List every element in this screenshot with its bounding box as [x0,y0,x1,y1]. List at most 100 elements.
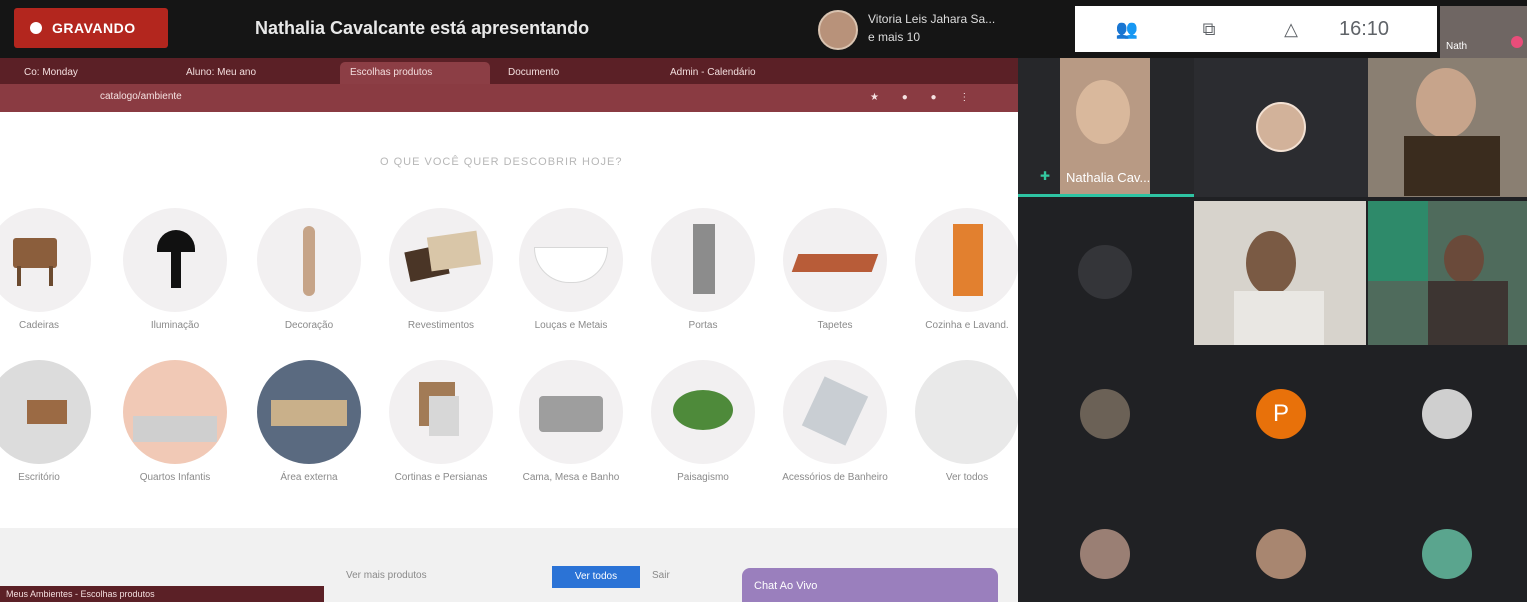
footer-link[interactable]: Sair [652,570,670,581]
category-item[interactable]: Área externa [254,360,364,484]
participant-avatar [1080,389,1130,439]
category-label: Decoração [284,320,334,331]
category-item[interactable]: Quartos Infantis [120,360,230,484]
category-label: Louças e Metais [534,320,608,331]
participant-tile[interactable] [1194,485,1368,602]
category-item[interactable]: Cozinha e Lavand. [912,208,1018,332]
category-item[interactable]: Iluminação [120,208,230,332]
presenter-avatar[interactable] [818,10,858,50]
outdoor-icon [257,360,361,464]
participant-tile[interactable] [1018,485,1194,602]
category-item[interactable]: Louças e Metais [516,208,626,332]
category-item[interactable]: Tapetes [780,208,890,332]
participants-summary[interactable]: Vitoria Leis Jahara Sa... e mais 10 [868,10,995,46]
category-item[interactable]: Paisagismo [648,360,758,484]
browser-tab[interactable]: Admin - Calendário [660,62,820,84]
kids-room-icon [123,360,227,464]
participant-avatar [1078,245,1132,299]
category-label: Escritório [18,472,60,483]
category-item[interactable]: Decoração [254,208,364,332]
category-label: Tapetes [817,320,853,331]
chat-card[interactable]: Chat Ao Vivo [742,568,998,602]
url-text[interactable]: catalogo/ambiente [100,91,182,102]
participant-avatar [1256,102,1306,152]
self-view-tile[interactable]: Nath [1440,6,1527,58]
participant-initial-avatar: P [1256,389,1306,439]
participant-tile[interactable] [1368,485,1527,602]
participant-tile[interactable]: P [1194,345,1368,485]
lamp-icon [123,208,227,312]
participant-tile[interactable] [1368,201,1527,345]
chair-icon [0,208,91,312]
footer-text: Ver mais produtos [346,570,427,581]
speaking-indicator-icon: ✚ [1040,169,1051,183]
category-label: Acessórios de Banheiro [782,472,888,483]
participant-tile[interactable] [1018,201,1194,345]
meet-top-bar: GRAVANDO Nathalia Cavalcante está aprese… [0,0,1527,58]
participant-more-line: e mais 10 [868,30,921,44]
category-item[interactable]: Cortinas e Persianas [386,360,496,484]
category-item[interactable]: Portas [648,208,758,332]
category-item[interactable]: Cadeiras [0,208,94,332]
rug-icon [783,208,887,312]
record-dot-icon [30,22,42,34]
active-speaker-bar [1018,194,1194,197]
browser-tab[interactable]: Co: Monday [14,62,174,84]
clock: 16:10 [1339,17,1390,40]
browser-extension-icons[interactable]: ★ ● ● ⋮ [870,92,979,103]
page-question: O QUE VOCÊ QUER DESCOBRIR HOJE? [380,156,623,168]
browser-tab-strip: Co: Monday Aluno: Meu ano Escolhas produ… [0,58,1018,84]
recording-label: GRAVANDO [52,20,136,36]
category-label: Cozinha e Lavand. [925,320,1009,331]
participant-grid: ✚ Nathalia Cav... P [1018,58,1527,602]
category-label: Cama, Mesa e Banho [522,472,620,483]
footer-tab[interactable]: Meus Ambientes - Escolhas produtos [0,586,324,602]
participant-avatar [1080,529,1130,579]
bedding-icon [519,360,623,464]
participant-tile[interactable] [1194,201,1366,345]
office-icon [0,360,91,464]
category-item[interactable]: Escritório [0,360,94,484]
category-item[interactable]: Revestimentos [386,208,496,332]
browser-tab[interactable]: Documento [498,62,648,84]
category-label: Quartos Infantis [139,472,211,483]
category-label: Ver todos [945,472,989,483]
category-label: Paisagismo [677,472,729,483]
cabinet-icon [915,208,1018,312]
recording-badge: GRAVANDO [14,8,168,48]
category-item[interactable]: Ver todos [912,360,1018,484]
category-label: Revestimentos [407,320,475,331]
participant-tile[interactable] [1368,58,1527,197]
see-all-button[interactable]: Ver todos [552,566,640,588]
category-item[interactable]: Acessórios de Banheiro [780,360,890,484]
browser-tab-active[interactable]: Escolhas produtos [340,62,490,84]
participant-name: Nathalia Cav... [1066,170,1151,185]
people-icon[interactable]: 👥 [1097,19,1157,40]
self-view-name: Nath [1446,41,1468,52]
participant-tile[interactable] [1368,345,1527,485]
category-label: Iluminação [150,320,200,331]
participant-avatar [1256,529,1306,579]
activities-icon[interactable]: △ [1261,19,1321,40]
sculpture-icon [257,208,361,312]
participant-tile-pinned[interactable]: ✚ Nathalia Cav... [1018,58,1194,197]
participant-avatar [1422,389,1472,439]
participant-tile[interactable] [1194,58,1368,197]
bathtub-icon [519,208,623,312]
pin-icon[interactable] [1511,36,1523,48]
present-screen-icon[interactable]: ⧉ [1179,19,1239,40]
shared-screen: Co: Monday Aluno: Meu ano Escolhas produ… [0,58,1018,602]
category-label: Cadeiras [18,320,60,331]
see-all-icon [915,360,1018,464]
curtain-icon [389,360,493,464]
towel-icon [783,360,887,464]
tiles-icon [389,208,493,312]
door-icon [651,208,755,312]
browser-tab[interactable]: Aluno: Meu ano [176,62,336,84]
category-label: Cortinas e Persianas [394,472,488,483]
participant-name-line: Vitoria Leis Jahara Sa... [868,12,996,26]
participant-avatar [1422,529,1472,579]
category-item[interactable]: Cama, Mesa e Banho [516,360,626,484]
category-label: Área externa [280,472,338,483]
participant-tile[interactable] [1018,345,1194,485]
